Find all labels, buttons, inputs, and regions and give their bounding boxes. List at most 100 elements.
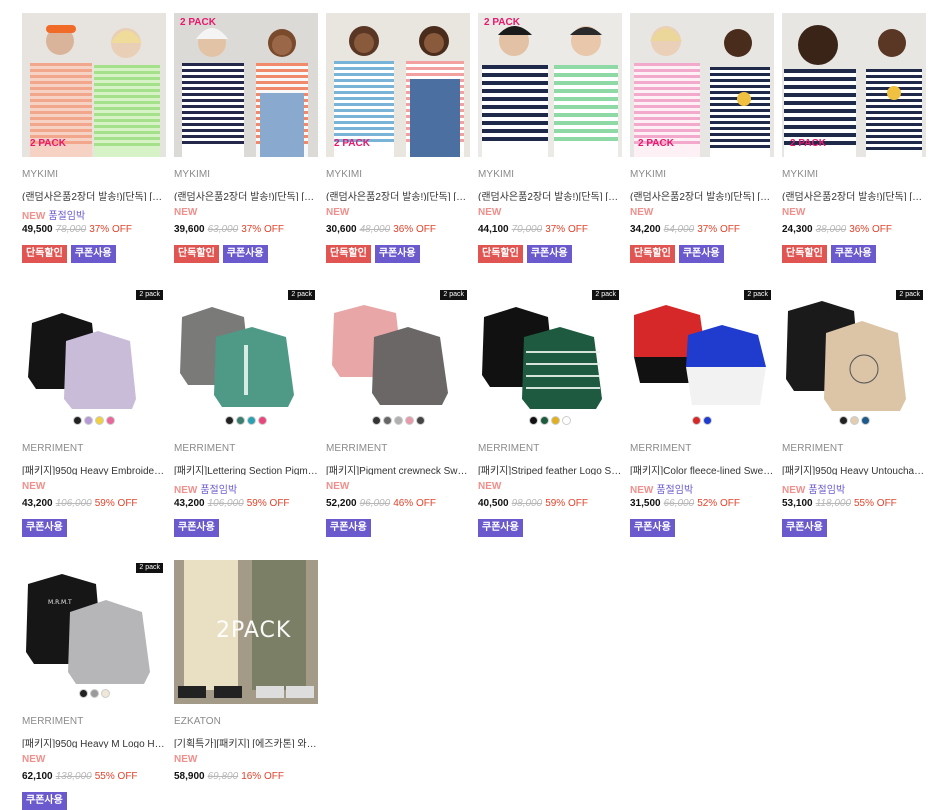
product-title[interactable]: [패키지]Striped feather Logo Sweatshirt [478,462,622,475]
product-thumbnail[interactable]: 2 PACK [326,13,470,157]
product-thumbnail[interactable]: 2 PACK [174,13,318,157]
coupon-badge[interactable]: 쿠폰사용 [326,519,371,537]
product-title[interactable]: (랜덤사은품2장더 발송!)[단독] [2PACK] 스트라이프 반팔 티셔츠 [478,188,622,201]
product-title[interactable]: [패키지]950g Heavy Embroidery Sweatshirt [22,462,166,475]
coupon-badge[interactable]: 쿠폰사용 [374,245,420,263]
product-card[interactable]: 2 PACK MYKIMI (랜덤사은품2장더 발송!)[단독] [2PACK] 크… [22,13,166,263]
product-tags: NEW [22,481,166,494]
product-thumbnail[interactable]: 2 pack [22,287,166,431]
brand-name[interactable]: MYKIMI [326,169,470,182]
product-title[interactable]: [패키지]Color fleece-lined Sweatshirt [630,462,774,475]
product-title[interactable]: [패키지]950g Heavy Untouchable Hoodie [782,462,926,475]
badge-row: 쿠폰사용 [782,517,926,537]
brand-name[interactable]: MERRIMENT [478,443,622,456]
color-swatches [22,416,166,425]
product-card[interactable]: 2 PACK MYKIMI (랜덤사은품2장더 발송!)[단독] [2PACK] 스… [174,13,318,263]
coupon-badge[interactable]: 쿠폰사용 [782,519,827,537]
product-thumbnail[interactable]: 2 pack [174,287,318,431]
coupon-badge[interactable]: 쿠폰사용 [22,519,67,537]
product-title[interactable]: (랜덤사은품2장더 발송!)[단독] [2PACK] 크롭 스트라이프 티셔츠 [22,188,166,201]
brand-name[interactable]: MERRIMENT [22,443,166,456]
exclusive-discount-badge[interactable]: 단독할인 [630,245,675,263]
product-card[interactable]: 2 pack MERRIMENT [패키지]Pigment crewneck Swe… [326,287,470,537]
coupon-badge[interactable]: 쿠폰사용 [222,245,268,263]
product-thumbnail[interactable]: 2 pack [478,287,622,431]
exclusive-discount-badge[interactable]: 단독할인 [22,245,67,263]
brand-name[interactable]: MERRIMENT [326,443,470,456]
color-swatch [404,416,414,425]
price-row: 58,900 69,800 16% OFF [174,771,318,784]
low-stock-tag: 품절임박 [656,485,694,496]
brand-name[interactable]: MYKIMI [478,169,622,182]
color-swatch [100,689,110,698]
product-thumbnail[interactable]: M.R.M.T 2 pack [22,560,166,704]
product-title[interactable]: [패키지]Lettering Section Pigment Sweatshir… [174,462,318,475]
product-card[interactable]: 2PACK EZKATON [기획특가][패키지] [에즈카톤] 와이드 팬츠 2P… [174,560,318,784]
discount-rate: 52% OFF [697,498,740,509]
coupon-badge[interactable]: 쿠폰사용 [70,245,116,263]
exclusive-discount-badge[interactable]: 단독할인 [326,245,371,263]
color-swatch [703,416,712,425]
sale-price: 31,500 [630,498,661,509]
product-card[interactable]: 2 PACK MYKIMI (랜덤사은품2장더 발송!)[단독] [2PACK] 스… [782,13,926,263]
new-tag: NEW [174,485,198,496]
product-thumbnail[interactable]: 2PACK [174,560,318,704]
brand-name[interactable]: MERRIMENT [174,443,318,456]
new-tag: NEW [478,481,502,492]
product-thumbnail[interactable]: 2 PACK [478,13,622,157]
coupon-badge[interactable]: 쿠폰사용 [174,519,219,537]
product-title[interactable]: (랜덤사은품2장더 발송!)[단독] [2PACK] 스트라이프 반팔 티셔츠 [630,188,774,201]
product-card[interactable]: 2 pack MERRIMENT [패키지]950g Heavy Embroider… [22,287,166,537]
exclusive-discount-badge[interactable]: 단독할인 [174,245,219,263]
new-tag: NEW [478,207,502,218]
color-swatch [692,416,701,425]
product-thumbnail[interactable]: 2 pack [630,287,774,431]
product-title[interactable]: (랜덤사은품2장더 발송!)[단독] [2PACK] 스트라이프 티셔츠 [174,188,318,201]
brand-name[interactable]: MERRIMENT [630,443,774,456]
product-thumbnail[interactable]: 2 PACK [782,13,926,157]
original-price: 70,000 [511,224,543,235]
two-pack-tag: 2 pack [136,290,163,300]
product-title[interactable]: [패키지]950g Heavy M Logo Hoodie [22,735,166,748]
product-thumbnail[interactable]: 2 PACK [630,13,774,157]
badge-row: 단독할인 쿠폰사용 [782,243,926,263]
brand-name[interactable]: MYKIMI [174,169,318,182]
coupon-badge[interactable]: 쿠폰사용 [22,792,67,810]
brand-name[interactable]: MYKIMI [630,169,774,182]
product-title[interactable]: [기획특가][패키지] [에즈카톤] 와이드 팬츠 2PACK [174,735,318,748]
discount-rate: 37% OFF [89,224,132,235]
product-card[interactable]: 2 pack MERRIMENT [패키지]Color fleece-lined S… [630,287,774,537]
new-tag: NEW [22,481,46,492]
product-card[interactable]: 2 PACK MYKIMI (랜덤사은품2장더 발송!)[단독] [2PACK] 스… [326,13,470,263]
coupon-badge[interactable]: 쿠폰사용 [678,245,724,263]
coupon-badge[interactable]: 쿠폰사용 [478,519,523,537]
exclusive-discount-badge[interactable]: 단독할인 [782,245,827,263]
two-pack-tag: 2 pack [896,290,923,300]
product-tags: NEW [478,207,622,220]
product-thumbnail[interactable]: 2 pack [782,287,926,431]
brand-name[interactable]: MYKIMI [22,169,166,182]
product-card[interactable]: 2 pack MERRIMENT [패키지]950g Heavy Untouchab… [782,287,926,537]
coupon-badge[interactable]: 쿠폰사용 [526,245,572,263]
product-image [782,13,926,157]
coupon-badge[interactable]: 쿠폰사용 [830,245,876,263]
original-price: 106,000 [55,498,92,509]
coupon-badge[interactable]: 쿠폰사용 [630,519,675,537]
product-thumbnail[interactable]: 2 pack [326,287,470,431]
product-thumbnail[interactable]: 2 PACK [22,13,166,157]
product-card[interactable]: 2 PACK MYKIMI (랜덤사은품2장더 발송!)[단독] [2PACK] 스… [630,13,774,263]
product-card[interactable]: 2 PACK MYKIMI (랜덤사은품2장더 발송!)[단독] [2PACK] 스… [478,13,622,263]
discount-rate: 36% OFF [393,224,436,235]
product-card[interactable]: 2 pack MERRIMENT [패키지]Striped feather Logo… [478,287,622,537]
brand-name[interactable]: MERRIMENT [782,443,926,456]
product-title[interactable]: [패키지]Pigment crewneck Sweatshirt [326,462,470,475]
brand-name[interactable]: EZKATON [174,716,318,729]
product-card[interactable]: 2 pack MERRIMENT [패키지]Lettering Section Pi… [174,287,318,537]
exclusive-discount-badge[interactable]: 단독할인 [478,245,523,263]
product-title[interactable]: (랜덤사은품2장더 발송!)[단독] [2PACK] 스트라이프 반팔 티셔츠 [782,188,926,201]
brand-name[interactable]: MERRIMENT [22,716,166,729]
product-card[interactable]: M.R.M.T 2 pack MERRIMENT [패키지]950g Heavy M… [22,560,166,810]
discount-rate: 59% OFF [246,498,290,509]
product-title[interactable]: (랜덤사은품2장더 발송!)[단독] [2PACK] 스트라이프 티셔츠 [326,188,470,201]
brand-name[interactable]: MYKIMI [782,169,926,182]
